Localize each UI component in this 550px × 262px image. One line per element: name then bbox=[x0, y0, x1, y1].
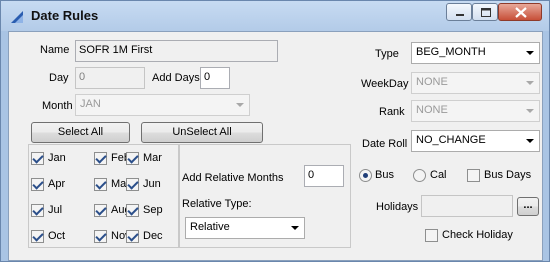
month-label: Jul bbox=[48, 204, 63, 216]
month-label: Mar bbox=[143, 152, 162, 164]
chevron-down-icon bbox=[291, 226, 299, 230]
unselect-all-button[interactable]: UnSelect All bbox=[141, 122, 263, 143]
minimize-icon bbox=[456, 14, 464, 16]
month-label: Jun bbox=[143, 178, 161, 190]
month-checkbox-dec[interactable] bbox=[126, 230, 139, 243]
chevron-down-icon bbox=[526, 51, 534, 55]
name-label: Name bbox=[40, 44, 70, 56]
relative-type-value: Relative bbox=[190, 221, 230, 233]
maximize-button[interactable] bbox=[472, 3, 498, 21]
check-holiday-label: Check Holiday bbox=[442, 229, 513, 241]
holidays-label: Holidays bbox=[376, 201, 419, 213]
title-bar[interactable]: Date Rules bbox=[1, 1, 549, 31]
name-field[interactable]: SOFR 1M First bbox=[75, 40, 278, 62]
maximize-icon bbox=[481, 8, 491, 17]
bus-radio[interactable] bbox=[359, 169, 372, 182]
month-checkbox-jun[interactable] bbox=[126, 178, 139, 191]
type-dropdown[interactable]: BEG_MONTH bbox=[411, 42, 540, 64]
month-checkbox-may[interactable] bbox=[94, 178, 107, 191]
cal-radio[interactable] bbox=[413, 169, 426, 182]
month-label: Oct bbox=[48, 230, 66, 242]
minimize-button[interactable] bbox=[446, 3, 472, 21]
type-label: Type bbox=[375, 48, 399, 60]
month-checkbox-mar[interactable] bbox=[126, 152, 139, 165]
add-days-field[interactable]: 0 bbox=[200, 67, 230, 89]
month-value: JAN bbox=[80, 98, 101, 110]
day-field[interactable]: 0 bbox=[75, 67, 145, 89]
holidays-browse-button[interactable]: ... bbox=[517, 197, 539, 216]
bus-days-label: Bus Days bbox=[484, 169, 532, 181]
holidays-field[interactable] bbox=[421, 195, 513, 217]
bus-radio-label: Bus bbox=[375, 169, 394, 181]
month-checkbox-oct[interactable] bbox=[31, 230, 44, 243]
chevron-down-icon bbox=[526, 139, 534, 143]
chevron-down-icon bbox=[526, 81, 534, 85]
month-checkbox-jan[interactable] bbox=[31, 152, 44, 165]
month-checkbox-feb[interactable] bbox=[94, 152, 107, 165]
month-checkbox-sep[interactable] bbox=[126, 204, 139, 217]
window-title: Date Rules bbox=[31, 8, 99, 23]
rank-dropdown[interactable]: NONE bbox=[411, 100, 540, 122]
chevron-down-icon bbox=[526, 109, 534, 113]
relative-type-label: Relative Type: bbox=[182, 198, 252, 210]
add-days-label: Add Days bbox=[152, 72, 200, 84]
month-label: Apr bbox=[48, 178, 66, 190]
client-area: Name SOFR 1M First Day 0 Add Days 0 Mont… bbox=[8, 31, 543, 261]
date-rules-window: Date Rules Name SOFR 1M First Day 0 Add … bbox=[0, 0, 550, 262]
app-icon bbox=[11, 11, 23, 23]
close-icon bbox=[515, 7, 527, 18]
month-label: Sep bbox=[143, 204, 163, 216]
rank-label: Rank bbox=[379, 106, 405, 118]
chevron-down-icon bbox=[236, 103, 244, 107]
month-dropdown[interactable]: JAN bbox=[75, 94, 250, 116]
month-checkbox-aug[interactable] bbox=[94, 204, 107, 217]
month-checkbox-nov[interactable] bbox=[94, 230, 107, 243]
month-label: Dec bbox=[143, 230, 163, 242]
select-all-button[interactable]: Select All bbox=[31, 122, 130, 143]
bus-days-checkbox[interactable] bbox=[467, 169, 480, 182]
add-relative-months-label: Add Relative Months bbox=[182, 172, 284, 184]
close-button[interactable] bbox=[498, 3, 542, 21]
relative-type-dropdown[interactable]: Relative bbox=[185, 217, 305, 239]
month-label: Month bbox=[42, 100, 73, 112]
month-label: Jan bbox=[48, 152, 66, 164]
month-checkbox-apr[interactable] bbox=[31, 178, 44, 191]
rank-value: NONE bbox=[416, 104, 448, 116]
day-label: Day bbox=[49, 72, 69, 84]
weekday-label: WeekDay bbox=[361, 78, 409, 90]
add-relative-months-field[interactable]: 0 bbox=[304, 165, 344, 187]
month-checkbox-jul[interactable] bbox=[31, 204, 44, 217]
weekday-value: NONE bbox=[416, 76, 448, 88]
date-roll-dropdown[interactable]: NO_CHANGE bbox=[411, 130, 540, 152]
date-roll-value: NO_CHANGE bbox=[416, 134, 486, 146]
cal-radio-label: Cal bbox=[430, 169, 447, 181]
type-value: BEG_MONTH bbox=[416, 46, 486, 58]
check-holiday-checkbox[interactable] bbox=[425, 229, 438, 242]
date-roll-label: Date Roll bbox=[362, 138, 408, 150]
weekday-dropdown[interactable]: NONE bbox=[411, 72, 540, 94]
